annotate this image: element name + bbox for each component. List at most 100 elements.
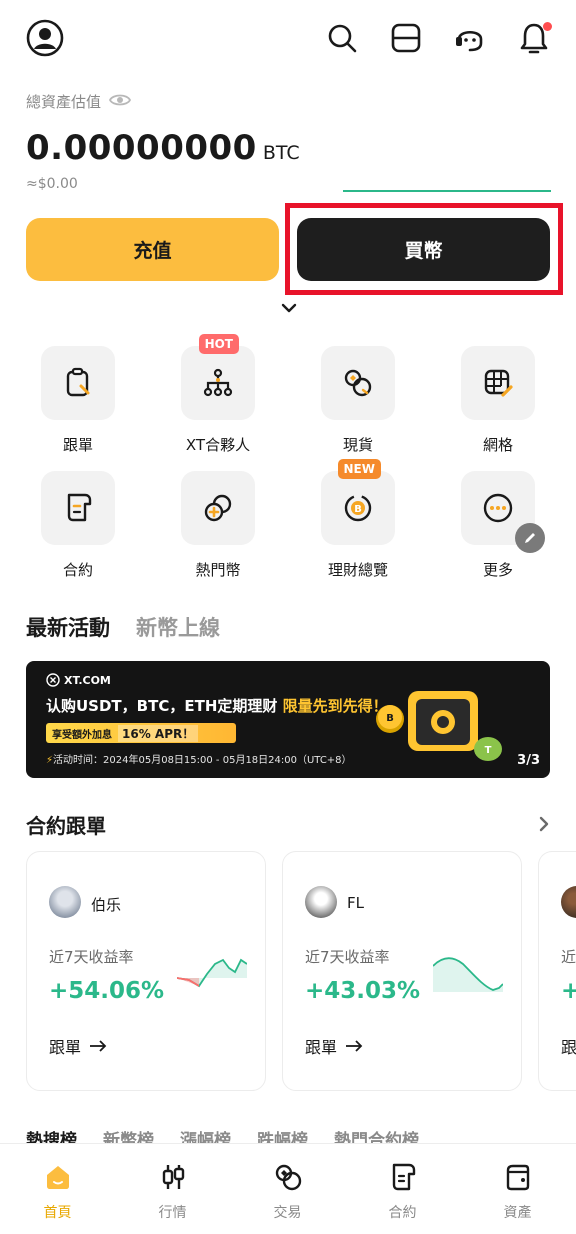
metric-label: 近7天收益率 bbox=[49, 948, 134, 966]
trader-name: FL bbox=[347, 894, 364, 912]
follow-button[interactable]: 跟 bbox=[561, 1034, 576, 1058]
grid-item-earn[interactable]: B NEW 理財總覽 bbox=[298, 459, 418, 591]
chevron-right-icon[interactable] bbox=[536, 814, 552, 834]
follow-label: 跟 bbox=[561, 1038, 576, 1057]
arrow-right-icon bbox=[345, 1037, 363, 1056]
grid-item-futures[interactable]: 合約 bbox=[18, 471, 138, 591]
profile-icon[interactable] bbox=[25, 18, 65, 58]
eye-icon[interactable] bbox=[109, 92, 132, 112]
follow-label: 跟單 bbox=[305, 1038, 338, 1057]
futures-nav-icon bbox=[388, 1162, 418, 1196]
xt-logo-icon bbox=[46, 673, 60, 687]
grid-item-label: 更多 bbox=[482, 561, 513, 579]
trader-card[interactable]: 近 + 跟 bbox=[538, 851, 576, 1091]
trader-card[interactable]: 伯乐 近7天收益率 +54.06% 跟單 bbox=[26, 851, 266, 1091]
grid-item-label: 跟單 bbox=[62, 436, 93, 454]
notification-dot bbox=[543, 22, 552, 31]
follow-button[interactable]: 跟單 bbox=[305, 1034, 363, 1058]
market-icon bbox=[158, 1162, 188, 1196]
home-icon bbox=[43, 1162, 73, 1196]
deposit-button[interactable]: 充值 bbox=[26, 218, 279, 281]
promo-banner[interactable]: XT.COM 认购USDT，BTC，ETH定期理财 限量先到先得！ 享受額外加息… bbox=[26, 661, 550, 778]
banner-apr-value: 16% APR！ bbox=[118, 724, 199, 742]
nav-label: 行情 bbox=[158, 1205, 187, 1221]
banner-time: ⚡活动时间：2024年05月08日15:00 - 05月18日24:00（UTC… bbox=[46, 751, 352, 766]
grid-item-copy-trade[interactable]: 跟單 bbox=[18, 346, 138, 466]
asset-sparkline bbox=[343, 190, 551, 192]
activity-tabs: 最新活動 新幣上線 bbox=[26, 612, 220, 642]
futures-icon bbox=[41, 471, 115, 545]
nav-market[interactable]: 行情 bbox=[115, 1162, 230, 1222]
earn-icon: B NEW bbox=[321, 459, 395, 545]
nav-assets[interactable]: 資產 bbox=[460, 1162, 575, 1222]
hot-badge: HOT bbox=[198, 334, 239, 354]
bottom-nav: 首頁 行情 交易 合約 資產 bbox=[0, 1143, 576, 1234]
copy-trade-title: 合約跟單 bbox=[26, 814, 106, 838]
svg-text:T: T bbox=[485, 745, 492, 756]
grid-item-partner[interactable]: HOT XT合夥人 bbox=[158, 334, 278, 466]
top-bar bbox=[0, 0, 576, 80]
banner-headline: 认购USDT，BTC，ETH定期理财 限量先到先得！ bbox=[46, 695, 388, 716]
partner-icon: HOT bbox=[181, 334, 255, 420]
asset-label-text: 總資產估值 bbox=[26, 93, 102, 111]
avatar bbox=[305, 886, 337, 918]
arrow-right-icon bbox=[89, 1037, 107, 1056]
banner-apr-prefix: 享受額外加息 bbox=[52, 729, 112, 741]
edit-pencil-icon[interactable] bbox=[515, 523, 545, 553]
svg-text:B: B bbox=[386, 713, 394, 724]
tab-latest-activities[interactable]: 最新活動 bbox=[26, 612, 110, 642]
safe-box-illustration: B T bbox=[376, 691, 502, 761]
grid-item-label: 網格 bbox=[482, 436, 513, 454]
grid-item-label: 現貨 bbox=[342, 436, 373, 454]
trader-card[interactable]: FL 近7天收益率 +43.03% 跟單 bbox=[282, 851, 522, 1091]
support-icon[interactable] bbox=[450, 18, 490, 58]
trader-name: 伯乐 bbox=[91, 896, 122, 914]
banner-headline-main: 认购USDT，BTC，ETH定期理财 bbox=[46, 697, 283, 715]
nav-trade[interactable]: 交易 bbox=[230, 1162, 345, 1222]
metric-label: 近7天收益率 bbox=[305, 948, 390, 966]
grid-item-hot-coin[interactable]: 熱門幣 bbox=[158, 471, 278, 591]
nav-home[interactable]: 首頁 bbox=[0, 1162, 115, 1222]
highlight-box bbox=[285, 203, 563, 295]
follow-label: 跟單 bbox=[49, 1038, 82, 1057]
grid-item-label: 熱門幣 bbox=[195, 561, 241, 579]
asset-value: 0.00000000 BTC bbox=[26, 128, 300, 168]
tab-new-listings[interactable]: 新幣上線 bbox=[136, 612, 220, 642]
avatar bbox=[561, 886, 576, 918]
lightning-icon: ⚡ bbox=[46, 755, 54, 766]
new-badge: NEW bbox=[337, 459, 381, 479]
grid-item-label: XT合夥人 bbox=[185, 436, 251, 454]
spot-icon bbox=[321, 346, 395, 420]
grid-item-spot[interactable]: 現貨 bbox=[298, 346, 418, 466]
banner-brand: XT.COM bbox=[46, 673, 111, 687]
scan-icon[interactable] bbox=[386, 18, 426, 58]
nav-label: 資產 bbox=[503, 1205, 532, 1221]
metric-label: 近 bbox=[561, 948, 576, 966]
pnl-sparkline bbox=[433, 957, 503, 992]
metric-value: +43.03% bbox=[305, 978, 421, 1004]
nav-futures[interactable]: 合約 bbox=[345, 1162, 460, 1222]
copy-trade-icon bbox=[41, 346, 115, 420]
grid-item-label: 理財總覽 bbox=[327, 561, 388, 579]
chevron-down-icon[interactable] bbox=[279, 298, 299, 318]
asset-unit: BTC bbox=[262, 142, 300, 164]
banner-brand-text: XT.COM bbox=[64, 673, 111, 687]
banner-time-text: 活动时间：2024年05月08日15:00 - 05月18日24:00（UTC+… bbox=[53, 755, 352, 766]
grid-item-grid-trading[interactable]: 網格 bbox=[438, 346, 558, 466]
asset-fiat-value: ≈$0.00 bbox=[26, 176, 78, 192]
grid-icon bbox=[461, 346, 535, 420]
asset-amount: 0.00000000 bbox=[26, 128, 257, 168]
trade-icon bbox=[273, 1162, 303, 1196]
metric-value: + bbox=[561, 978, 576, 1004]
pnl-sparkline bbox=[177, 958, 247, 988]
hot-coin-icon bbox=[181, 471, 255, 545]
avatar bbox=[49, 886, 81, 918]
wallet-icon bbox=[503, 1162, 533, 1196]
notification-icon[interactable] bbox=[514, 18, 554, 58]
search-icon[interactable] bbox=[322, 18, 362, 58]
asset-label: 總資產估值 bbox=[26, 91, 132, 112]
banner-apr: 享受額外加息 16% APR！ bbox=[46, 723, 236, 743]
banner-page-counter: 3/3 bbox=[517, 753, 540, 768]
follow-button[interactable]: 跟單 bbox=[49, 1034, 107, 1058]
metric-value: +54.06% bbox=[49, 978, 165, 1004]
